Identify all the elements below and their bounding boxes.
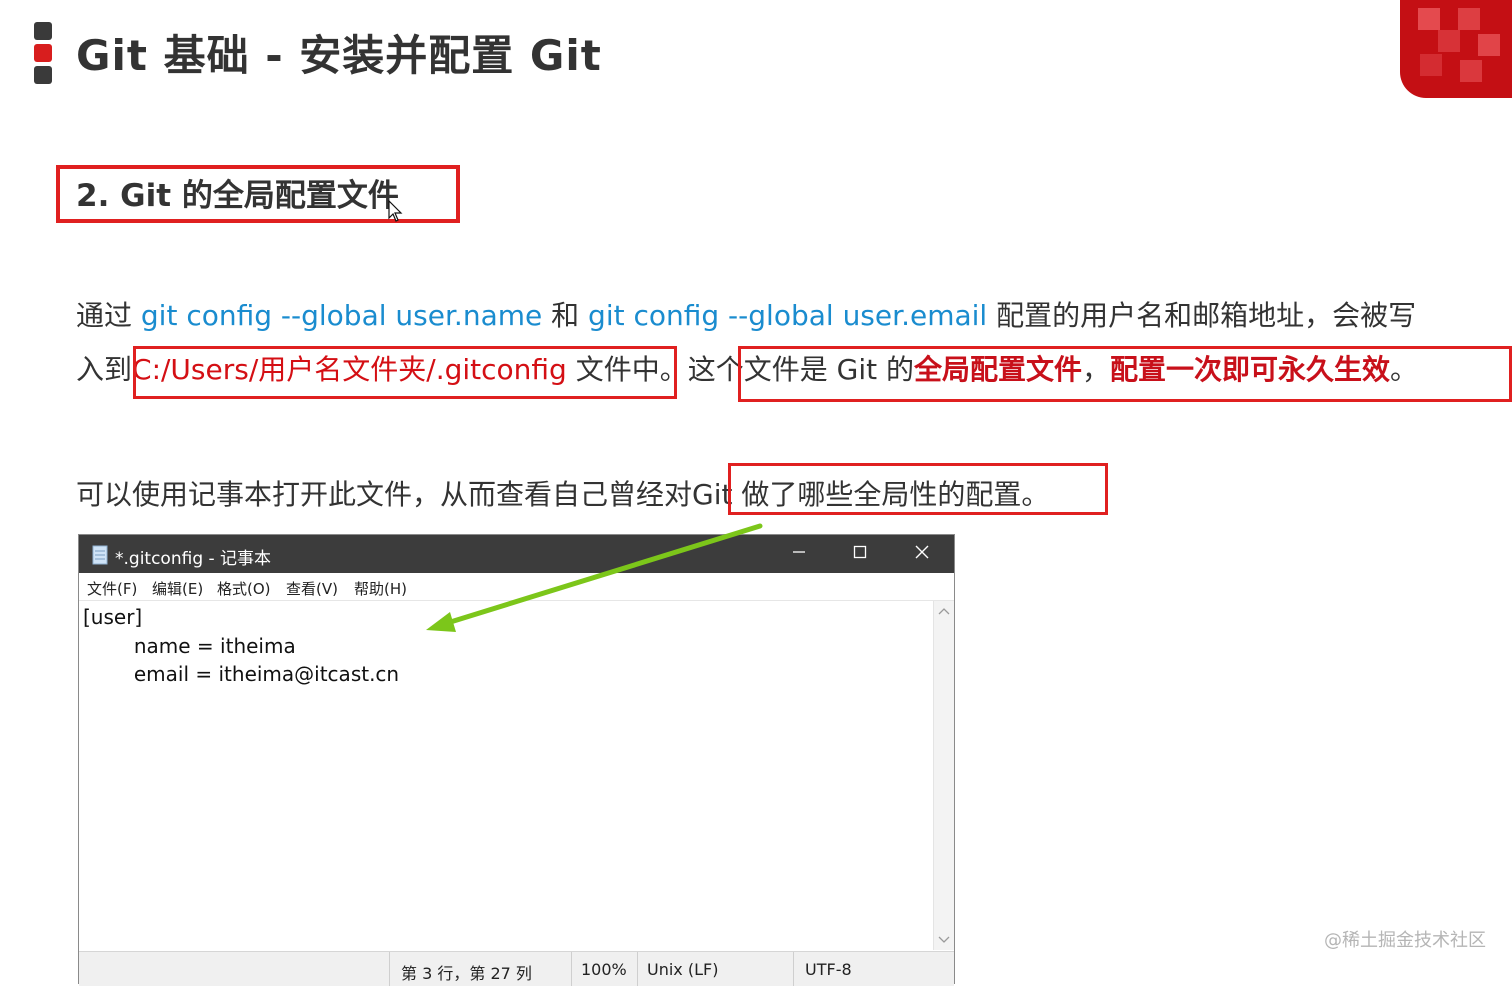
section-title: 2. Git 的全局配置文件 (76, 178, 399, 214)
menu-file[interactable]: 文件(F) (87, 578, 137, 599)
paragraph-1-text-b: 和 (542, 299, 589, 332)
global-config-highlight-box (738, 346, 1512, 402)
minimize-icon (793, 551, 805, 553)
notepad-document-icon (92, 545, 108, 565)
title-bullet-middle (34, 44, 52, 62)
paragraph-1-text-c: 配置的用户名和邮箱地址，会被写 (987, 299, 1417, 332)
title-bullet-bottom (34, 66, 52, 84)
mouse-cursor-icon (388, 200, 403, 222)
maximize-button[interactable] (830, 539, 890, 569)
paragraph-2-text-a: 入到 (76, 353, 133, 386)
scroll-up-icon[interactable] (938, 606, 950, 616)
brand-logo (1400, 0, 1512, 98)
path-highlight-box (133, 346, 677, 399)
close-icon (915, 545, 929, 559)
git-config-highlight-box (728, 463, 1108, 515)
command-user-email: git config --global user.email (588, 299, 988, 332)
scroll-down-icon[interactable] (938, 935, 950, 945)
title-bullet-top (34, 22, 52, 40)
close-button[interactable] (892, 539, 952, 569)
menu-edit[interactable]: 编辑(E) (152, 578, 203, 599)
page-title: Git 基础 - 安装并配置 Git (76, 31, 602, 80)
green-arrow-icon (426, 523, 763, 632)
notepad-title: *.gitconfig - 记事本 (115, 549, 272, 569)
notepad-text-area[interactable]: [user] name = itheima email = itheima@it… (83, 603, 399, 689)
status-zoom: 100% (581, 960, 627, 979)
menu-view[interactable]: 查看(V) (286, 578, 338, 599)
watermark: @稀土掘金技术社区 (1324, 930, 1486, 951)
menu-format[interactable]: 格式(O) (217, 578, 271, 599)
vertical-scrollbar[interactable] (933, 601, 954, 950)
paragraph-3-text-a: 可以使用记事本打开此文件，从而查看自己曾经对 (76, 478, 693, 511)
command-user-name: git config --global user.name (140, 299, 543, 332)
notepad-status-bar: 第 3 行，第 27 列 100% Unix (LF) UTF-8 (79, 951, 954, 986)
status-encoding: UTF-8 (805, 960, 852, 979)
menu-help[interactable]: 帮助(H) (354, 578, 407, 599)
paragraph-1: 通过 git config --global user.name 和 git c… (76, 294, 1416, 334)
status-line-ending: Unix (LF) (647, 960, 719, 979)
status-cursor-position: 第 3 行，第 27 列 (401, 964, 532, 983)
paragraph-1-text-a: 通过 (76, 299, 141, 332)
minimize-button[interactable] (769, 539, 829, 569)
maximize-icon (853, 545, 867, 559)
